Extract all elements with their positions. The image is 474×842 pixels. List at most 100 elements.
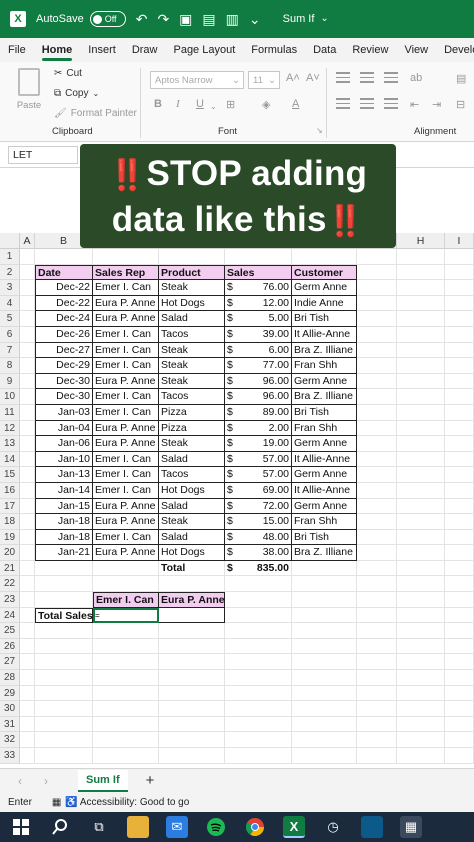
sales-cell[interactable]: $96.00 xyxy=(225,373,292,390)
cell[interactable] xyxy=(20,326,35,343)
cell[interactable] xyxy=(159,249,225,265)
chevron-left-icon[interactable]: ‹ xyxy=(18,774,22,788)
product-cell[interactable]: Steak xyxy=(159,280,225,296)
cell[interactable] xyxy=(292,732,357,748)
sales-rep-cell[interactable]: Eura P. Anne xyxy=(93,295,159,312)
cell[interactable] xyxy=(357,732,397,748)
cell[interactable] xyxy=(357,467,397,483)
autosave-toggle[interactable]: Off xyxy=(89,11,126,27)
cell[interactable] xyxy=(20,576,35,593)
cell[interactable] xyxy=(20,482,35,499)
cell[interactable] xyxy=(397,670,445,686)
cell[interactable] xyxy=(35,748,93,764)
cell[interactable] xyxy=(20,404,35,421)
cell[interactable] xyxy=(397,592,445,608)
date-cell[interactable]: Jan-06 xyxy=(35,436,93,452)
sales-rep-cell[interactable]: Emer I. Can xyxy=(93,404,159,421)
task-view-icon[interactable]: ⧉ xyxy=(88,816,110,838)
cell[interactable] xyxy=(357,545,397,561)
cell[interactable] xyxy=(292,592,357,608)
menu-draw[interactable]: Draw xyxy=(124,38,166,62)
cell[interactable] xyxy=(357,482,397,499)
row-header[interactable]: 32 xyxy=(0,732,20,748)
row-header[interactable]: 12 xyxy=(0,420,20,437)
row-header[interactable]: 23 xyxy=(0,592,20,608)
sales-cell[interactable]: $15.00 xyxy=(225,514,292,530)
cell[interactable] xyxy=(445,592,474,608)
cell[interactable] xyxy=(292,701,357,717)
cell[interactable] xyxy=(357,404,397,421)
chevron-down-icon[interactable]: ⌄ xyxy=(320,14,328,24)
header-product[interactable]: Product xyxy=(159,264,225,281)
customer-cell[interactable]: Bra Z. Illiane xyxy=(292,389,357,405)
cell[interactable] xyxy=(445,638,474,655)
header-date[interactable]: Date xyxy=(35,264,93,281)
product-cell[interactable]: Hot Dogs xyxy=(159,545,225,561)
cell[interactable] xyxy=(357,436,397,452)
name-box[interactable]: LET xyxy=(8,145,78,164)
indent-icon[interactable]: ⇤ xyxy=(410,98,419,111)
sales-cell[interactable]: $6.00 xyxy=(225,342,292,359)
cell[interactable] xyxy=(357,560,397,577)
cell[interactable] xyxy=(20,498,35,515)
cell[interactable] xyxy=(397,358,445,374)
cell[interactable] xyxy=(225,685,292,702)
cell[interactable] xyxy=(35,685,93,702)
date-cell[interactable]: Jan-21 xyxy=(35,545,93,561)
cell[interactable] xyxy=(20,701,35,717)
cell[interactable] xyxy=(292,654,357,671)
sales-rep-cell[interactable]: Eura P. Anne xyxy=(93,498,159,515)
customer-cell[interactable]: Indie Anne xyxy=(292,295,357,312)
sales-cell[interactable]: $39.00 xyxy=(225,326,292,343)
cell[interactable] xyxy=(397,404,445,421)
row-header[interactable]: 18 xyxy=(0,514,20,530)
sales-cell[interactable]: $57.00 xyxy=(225,451,292,468)
row-header[interactable]: 29 xyxy=(0,685,20,702)
redo-icon[interactable]: ↷ xyxy=(157,12,169,26)
product-cell[interactable]: Salad xyxy=(159,529,225,546)
font-color-icon[interactable]: A xyxy=(292,98,299,110)
row-header[interactable]: 6 xyxy=(0,326,20,343)
date-cell[interactable]: Jan-13 xyxy=(35,467,93,483)
product-cell[interactable]: Pizza xyxy=(159,420,225,437)
cell[interactable] xyxy=(20,280,35,296)
cell[interactable] xyxy=(397,514,445,530)
row-header[interactable]: 25 xyxy=(0,623,20,639)
sales-rep-cell[interactable]: Emer I. Can xyxy=(93,467,159,483)
sales-rep-cell[interactable]: Emer I. Can xyxy=(93,280,159,296)
sales-rep-cell[interactable]: Emer I. Can xyxy=(93,529,159,546)
row-header[interactable]: 15 xyxy=(0,467,20,483)
row-header[interactable]: 27 xyxy=(0,654,20,671)
cell[interactable] xyxy=(20,389,35,405)
cell[interactable] xyxy=(159,623,225,639)
cell[interactable] xyxy=(445,670,474,686)
customer-cell[interactable]: Germ Anne xyxy=(292,498,357,515)
cell[interactable] xyxy=(445,373,474,390)
total-sales-label[interactable]: Total Sales xyxy=(35,607,93,624)
cell[interactable] xyxy=(445,716,474,733)
align-center-icon[interactable] xyxy=(360,98,374,112)
mail-icon[interactable]: ✉ xyxy=(166,816,188,838)
shrink-font-icon[interactable]: A˅ xyxy=(306,72,320,84)
cell[interactable] xyxy=(292,560,357,577)
cell[interactable] xyxy=(445,607,474,624)
cell[interactable] xyxy=(397,467,445,483)
align-bottom-icon[interactable] xyxy=(384,72,398,86)
product-cell[interactable]: Steak xyxy=(159,436,225,452)
product-cell[interactable]: Hot Dogs xyxy=(159,482,225,499)
cell[interactable] xyxy=(445,404,474,421)
cell[interactable] xyxy=(357,623,397,639)
header-rep[interactable]: Sales Rep xyxy=(93,264,159,281)
cell[interactable] xyxy=(292,638,357,655)
row-header[interactable]: 3 xyxy=(0,280,20,296)
font-size-select[interactable]: 11 ⌄ xyxy=(248,71,280,89)
cell[interactable] xyxy=(159,654,225,671)
cell[interactable] xyxy=(93,249,159,265)
row-header[interactable]: 24 xyxy=(0,607,20,624)
font-dialog-launcher-icon[interactable]: ↘ xyxy=(316,126,323,135)
menu-home[interactable]: Home xyxy=(34,38,81,62)
cell[interactable] xyxy=(357,342,397,359)
row-header[interactable]: 20 xyxy=(0,545,20,561)
menu-page-layout[interactable]: Page Layout xyxy=(165,38,243,62)
cell[interactable] xyxy=(35,576,93,593)
